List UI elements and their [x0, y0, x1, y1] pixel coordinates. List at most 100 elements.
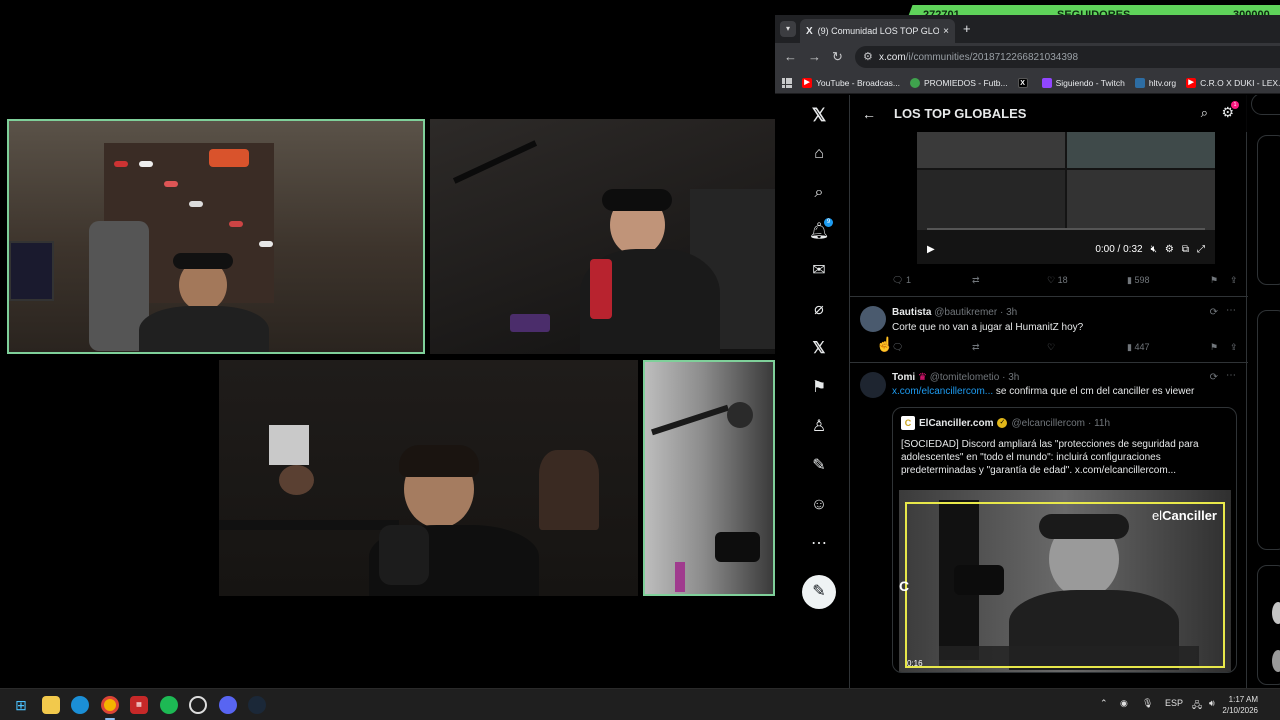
back-icon[interactable]: ← [784, 49, 797, 64]
like-icon[interactable]: ♡ 18 [1047, 275, 1068, 286]
obs-icon[interactable] [189, 696, 207, 714]
back-arrow-icon[interactable]: ← [862, 106, 876, 122]
spotify-icon[interactable] [160, 696, 178, 714]
tab-close-icon[interactable]: × [943, 26, 949, 37]
clock-date: 2/10/2026 [1222, 706, 1258, 715]
quote-video[interactable]: elCanciller C 0:16 [899, 490, 1231, 672]
bookmark-hltv[interactable]: hltv.org [1134, 77, 1176, 88]
video-progress-bar[interactable] [927, 228, 1205, 230]
address-bar[interactable]: ⚙ x.com/i/communities/201871226682103439… [855, 46, 1280, 68]
quote-handle[interactable]: @elcancillercom [1011, 418, 1085, 429]
avatar[interactable] [860, 372, 886, 398]
bookmark-x[interactable]: X [1017, 77, 1032, 88]
quote-time[interactable]: · 11h [1088, 418, 1110, 429]
tab-active[interactable]: X (9) Comunidad LOS TOP GLOBALES × [800, 19, 955, 43]
bookmark-duki[interactable]: ▶ C.R.O X DUKI - LEX... [1186, 77, 1280, 88]
x-logo-icon[interactable]: 𝕏 [808, 104, 830, 126]
file-explorer-icon[interactable] [42, 696, 60, 714]
site-info-icon[interactable]: ⚙ [863, 50, 873, 63]
tweet-author-name[interactable]: Bautista [892, 307, 931, 318]
bookmark-icon[interactable]: ⚑ [1210, 275, 1218, 286]
grok-explain-icon[interactable]: ⟳ [1210, 307, 1218, 318]
language-indicator[interactable]: ESP [1165, 698, 1183, 708]
articles-icon[interactable]: ✎ [808, 455, 830, 477]
compose-post-button[interactable]: ✎ [802, 575, 836, 609]
edge-icon[interactable] [71, 696, 89, 714]
share-icon[interactable]: ⇪ [1230, 342, 1238, 353]
right-search-box[interactable] [1251, 95, 1280, 115]
tray-overflow-icon[interactable]: ⌃ [1100, 698, 1108, 709]
tweet-link[interactable]: x.com/elcancillercom... [892, 386, 993, 397]
reload-icon[interactable]: ↻ [832, 49, 843, 65]
streaming-app-icon[interactable]: ▦ [130, 696, 148, 714]
premium-x-icon[interactable]: 𝕏 [808, 338, 830, 360]
windows-start-icon[interactable]: ⊞ [12, 696, 30, 714]
like-icon[interactable]: ♡ [1047, 342, 1055, 353]
repost-icon[interactable]: ⇄ [972, 342, 980, 353]
views-icon[interactable]: ▮ 447 [1127, 342, 1149, 353]
tweet-video-player[interactable]: ▶ 0:00 / 0:32 🔇︎ ⚙ ⧉ ⤢ [917, 132, 1215, 264]
bookmarks-bar: ▶ YouTube - Broadcas... PROMIEDOS - Futb.… [775, 72, 1280, 94]
chrome-icon[interactable] [101, 696, 119, 714]
discord-icon[interactable] [219, 696, 237, 714]
steam-icon[interactable] [248, 696, 266, 714]
apps-grid-icon[interactable] [782, 77, 792, 88]
profile-icon[interactable]: ☺ [808, 494, 830, 516]
share-icon[interactable]: ⇪ [1230, 275, 1238, 286]
bookmark-youtube[interactable]: ▶ YouTube - Broadcas... [802, 77, 900, 88]
x-icon: X [1017, 77, 1028, 88]
views-icon[interactable]: ▮ 598 [1127, 275, 1149, 286]
network-icon[interactable]: 🖧 [1192, 698, 1202, 714]
bookmark-icon[interactable]: ⚑ [1210, 342, 1218, 353]
reply-icon[interactable]: 🗨︎ 1 [892, 275, 911, 286]
volume-icon[interactable]: 🔊︎ [1209, 698, 1215, 709]
home-icon[interactable]: ⌂ [808, 143, 830, 165]
avatar[interactable] [860, 306, 886, 332]
microphone-icon[interactable]: 🎙︎ [1142, 698, 1153, 709]
system-clock[interactable]: 1:17 AM 2/10/2026 [1222, 694, 1258, 716]
grok-explain-icon[interactable]: ⟳ [1210, 372, 1218, 383]
tweet-time[interactable]: · 3h [1002, 372, 1019, 383]
forward-icon[interactable]: → [808, 49, 821, 64]
play-icon[interactable]: ▶ [927, 244, 935, 255]
pip-icon[interactable]: ⧉ [1182, 244, 1189, 255]
video-time: 0:00 / 0:32 [1095, 243, 1143, 255]
grok-icon[interactable]: ⌀ [808, 299, 830, 321]
tab-search-icon[interactable]: ▾ [780, 21, 796, 37]
messages-icon[interactable]: ✉ [808, 260, 830, 282]
tweet-tomi[interactable]: Tomi ♛ @tomitelometio · 3h ⟳ ⋯ x.com/elc… [850, 362, 1248, 688]
bookmark-promiedos[interactable]: PROMIEDOS - Futb... [909, 77, 1008, 88]
tweet-text: x.com/elcancillercom... se confirma que … [892, 386, 1195, 397]
reply-icon[interactable]: 🗨︎ [892, 342, 903, 353]
tweet-author-name[interactable]: Tomi [892, 372, 915, 383]
steam-tray-icon[interactable]: ◉ [1120, 698, 1128, 709]
video-settings-icon[interactable]: ⚙ [1165, 244, 1174, 255]
browser-window: ▾ X (9) Comunidad LOS TOP GLOBALES × + ←… [775, 15, 1280, 688]
more-icon[interactable]: ⋯ [808, 533, 830, 555]
repost-icon[interactable]: ⇄ [972, 275, 980, 286]
elcanciller-avatar-icon: C [901, 416, 915, 430]
explore-search-icon[interactable]: ⌕ [808, 182, 830, 204]
bookmark-twitch[interactable]: Siguiendo - Twitch [1041, 77, 1125, 88]
jobs-icon[interactable]: ♙ [808, 416, 830, 438]
tweet-bautista[interactable]: Bautista @bautikremer · 3h ⟳ ⋯ Corte que… [850, 296, 1248, 362]
tweet-handle[interactable]: @tomitelometio [930, 372, 1000, 383]
suggested-avatar[interactable] [1272, 650, 1280, 672]
tweet-time[interactable]: · 3h [1000, 307, 1017, 318]
url-host: x.com [879, 51, 906, 63]
video-controls: ▶ 0:00 / 0:32 🔇︎ ⚙ ⧉ ⤢ [917, 234, 1215, 264]
quoted-tweet[interactable]: C ElCanciller.com ✓ @elcancillercom · 11… [892, 407, 1237, 673]
more-options-icon[interactable]: ⋯ [1226, 305, 1236, 316]
community-search-icon[interactable]: ⌕ [1201, 105, 1208, 121]
verified-badge-icon: ✓ [997, 418, 1008, 428]
settings-badge: 1 [1231, 101, 1239, 109]
more-options-icon[interactable]: ⋯ [1226, 370, 1236, 381]
new-tab-button[interactable]: + [963, 21, 971, 36]
suggested-avatar[interactable] [1272, 602, 1280, 624]
tweet-handle[interactable]: @bautikremer [934, 307, 997, 318]
quote-author-name[interactable]: ElCanciller.com [919, 418, 993, 429]
notifications-icon[interactable]: 🔔︎ 9 [808, 218, 833, 243]
mute-icon[interactable]: 🔇︎ [1151, 244, 1157, 255]
fullscreen-icon[interactable]: ⤢ [1197, 244, 1205, 255]
bookmarks-icon[interactable]: ⚑ [808, 377, 830, 399]
